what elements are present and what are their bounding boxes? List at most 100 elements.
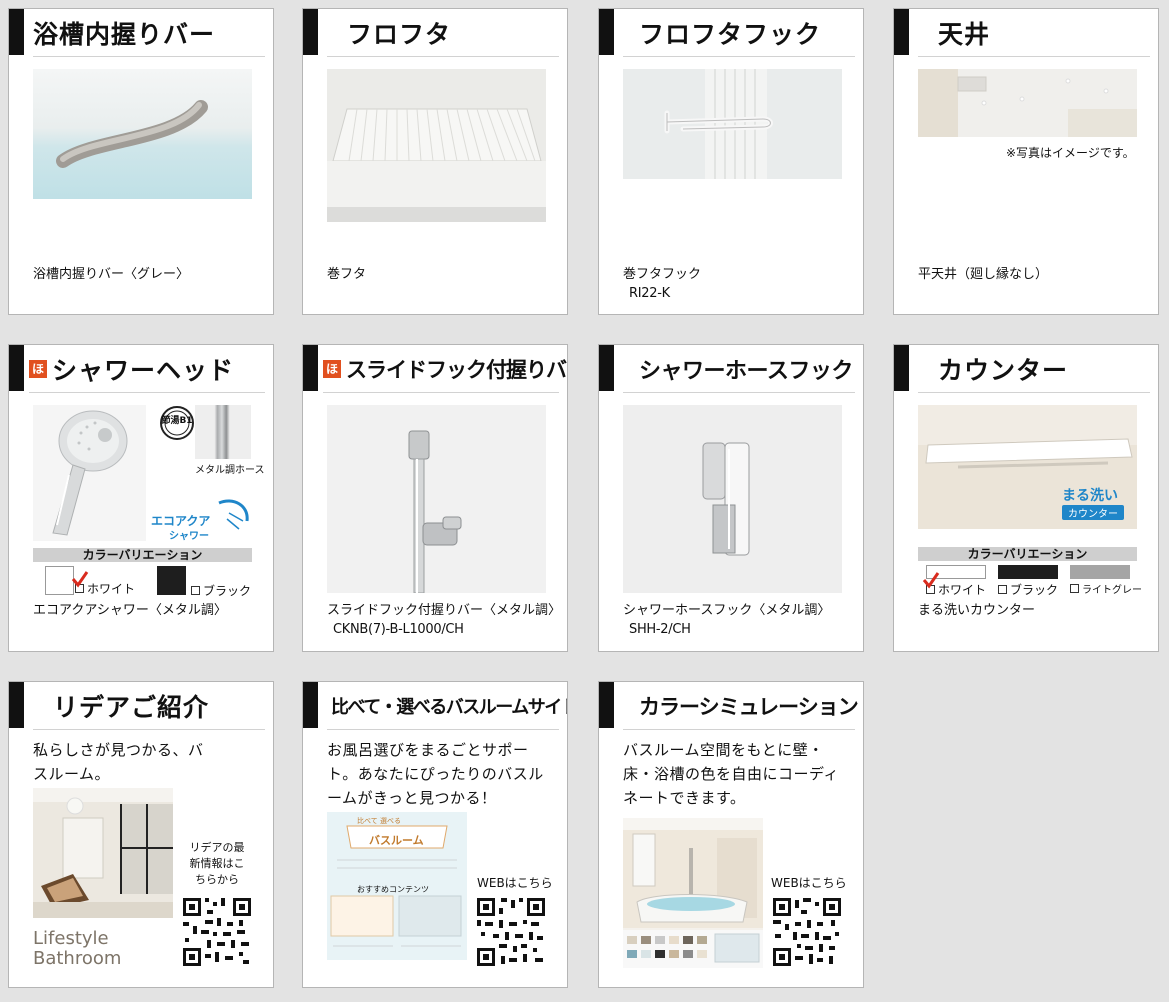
- counter-logo-line1: まる洗い: [1062, 488, 1118, 504]
- card-description: バスルーム空間をもとに壁・床・浴槽の色を自由にコーディネートできます。: [623, 741, 839, 807]
- option-black[interactable]: ブラック: [191, 582, 251, 599]
- option-checkbox[interactable]: [998, 585, 1007, 594]
- product-caption: まる洗いカウンター: [918, 603, 1036, 618]
- card-title: フロフタ: [347, 19, 452, 49]
- metal-hose-photo: [195, 405, 251, 459]
- swatch-black: [157, 566, 186, 595]
- model-number: CKNB(7)-B-L1000/CH: [333, 622, 464, 637]
- eco-aqua-logo-line2: シャワー: [169, 531, 209, 542]
- swatch-black: [998, 565, 1058, 579]
- card-ridea-intro: リデアご紹介 私らしさが見つかる、バスルーム。 Lifestyle Bathro…: [8, 681, 274, 988]
- card-description: お風呂選びをまるごとサポート。あなたにぴったりのバスルームがきっと見つかる！: [327, 741, 544, 807]
- card-hose-hook: シャワーホースフック シャワーホースフック〈メタル調〉 SHH-2/CH: [598, 344, 864, 652]
- check-mark-icon: [71, 571, 89, 588]
- product-caption: 平天井（廻し縁なし）: [918, 267, 1049, 282]
- ceiling-photo: [918, 69, 1137, 137]
- title-bar-accent: [303, 9, 318, 55]
- card-compare-site: 比べて・選べるバスルームサイト お風呂選びをまるごとサポート。あなたにぴったりの…: [302, 681, 568, 988]
- card-header: リデアご紹介: [33, 682, 265, 730]
- card-color-simulation: カラーシミュレーション バスルーム空間をもとに壁・床・浴槽の色を自由にコーディネ…: [598, 681, 864, 988]
- card-header: ほ シャワーヘッド: [29, 345, 265, 393]
- title-bar-accent: [894, 345, 909, 391]
- lid-hook-photo: [623, 69, 842, 179]
- slide-bar-photo: [327, 405, 546, 593]
- grab-bar-photo: [33, 69, 252, 199]
- title-bar-accent: [303, 682, 318, 728]
- card-header: 浴槽内握りバー: [33, 9, 265, 57]
- option-checkbox[interactable]: [1070, 584, 1079, 593]
- card-header: 天井: [918, 9, 1150, 57]
- model-number: SHH-2/CH: [629, 622, 691, 637]
- metal-hose-label: メタル調ホース: [195, 465, 265, 476]
- color-variation-label: カラーバリエーション: [33, 548, 252, 562]
- card-title: 浴槽内握りバー: [33, 19, 216, 49]
- qr-code-icon[interactable]: [181, 896, 253, 968]
- shower-head-photo: [33, 405, 146, 541]
- thumbnail-tag: 比べて 選べる: [357, 817, 401, 825]
- product-caption: エコアクアシャワー〈メタル調〉: [33, 603, 227, 618]
- qr-code-icon[interactable]: [771, 896, 843, 968]
- card-description: 私らしさが見つかる、バスルーム。: [33, 741, 204, 783]
- option-label: ブラック: [203, 584, 252, 598]
- check-mark-icon: [922, 572, 940, 589]
- water-saving-seal-label: 節湯B1: [161, 416, 193, 426]
- card-header: シャワーホースフック: [623, 345, 855, 393]
- model-number: RI22-K: [629, 286, 670, 301]
- card-header: ほ スライドフック付握りバー: [323, 345, 567, 393]
- title-bar-accent: [894, 9, 909, 55]
- ridea-logo-line1: Lifestyle: [33, 928, 109, 949]
- title-bar-accent: [9, 9, 24, 55]
- title-bar-accent: [9, 682, 24, 728]
- card-title: シャワーヘッド: [52, 355, 235, 385]
- title-bar-accent: [599, 345, 614, 391]
- card-title: リデアご紹介: [53, 692, 210, 722]
- thumbnail-section: おすすめコンテンツ: [357, 885, 429, 894]
- option-label: ライトグレー: [1082, 585, 1142, 596]
- product-caption: 巻フタフック: [623, 267, 702, 282]
- ho-badge: ほ: [29, 359, 47, 378]
- qr-code-icon[interactable]: [475, 896, 547, 968]
- card-title: スライドフック付握りバー: [346, 357, 568, 382]
- qr-caption: リデアの最新情報はこちらから: [189, 841, 245, 886]
- web-link-label[interactable]: WEBはこちら: [771, 874, 847, 891]
- swatch-lightgray: [1070, 565, 1130, 579]
- card-header: フロフタフック: [623, 9, 855, 57]
- title-bar-accent: [599, 9, 614, 55]
- card-lid-hook: フロフタフック 巻フタフック RI22-K: [598, 8, 864, 315]
- title-bar-accent: [9, 345, 24, 391]
- option-lightgray[interactable]: ライトグレー: [1070, 581, 1142, 596]
- card-title: 比べて・選べるバスルームサイト: [331, 696, 568, 718]
- ridea-logo-line2: Bathroom: [33, 948, 122, 969]
- card-header: カウンター: [918, 345, 1150, 393]
- card-grab-bar: 浴槽内握りバー 浴槽内握りバー〈グレー〉: [8, 8, 274, 315]
- title-bar-accent: [303, 345, 318, 391]
- card-title: カラーシミュレーション: [639, 694, 859, 719]
- card-header: フロフタ: [327, 9, 559, 57]
- product-caption: シャワーホースフック〈メタル調〉: [623, 603, 831, 618]
- color-variation-label: カラーバリエーション: [918, 547, 1137, 561]
- counter-logo-line2: カウンター: [1062, 505, 1124, 520]
- hose-hook-photo: [623, 405, 842, 593]
- card-title: 天井: [938, 19, 991, 49]
- product-caption: 浴槽内握りバー〈グレー〉: [33, 267, 190, 282]
- option-white[interactable]: ホワイト: [71, 571, 136, 597]
- option-black[interactable]: ブラック: [998, 581, 1058, 598]
- option-checkbox[interactable]: [191, 586, 200, 595]
- thumbnail-banner: バスルーム: [369, 834, 424, 847]
- bath-lid-photo: [327, 69, 546, 222]
- bathroom-interior-photo: [33, 788, 173, 918]
- card-title: シャワーホースフック: [639, 358, 853, 384]
- card-ceiling: 天井 ※写真はイメージです。 平天井（廻し縁なし）: [893, 8, 1159, 315]
- web-link-label[interactable]: WEBはこちら: [477, 874, 553, 891]
- product-caption: スライドフック付握りバー〈メタル調〉: [327, 603, 562, 618]
- card-bath-lid: フロフタ 巻フタ: [302, 8, 568, 315]
- option-white[interactable]: ホワイト: [922, 572, 987, 598]
- option-label: ホワイト: [938, 583, 987, 597]
- product-caption: 巻フタ: [327, 267, 367, 282]
- color-simulation-thumbnail: [623, 818, 763, 968]
- card-title: フロフタフック: [639, 19, 822, 49]
- swatch-white: [45, 566, 74, 595]
- image-note: ※写真はイメージです。: [1006, 146, 1135, 160]
- ho-badge: ほ: [323, 359, 341, 378]
- option-label: ホワイト: [87, 582, 136, 596]
